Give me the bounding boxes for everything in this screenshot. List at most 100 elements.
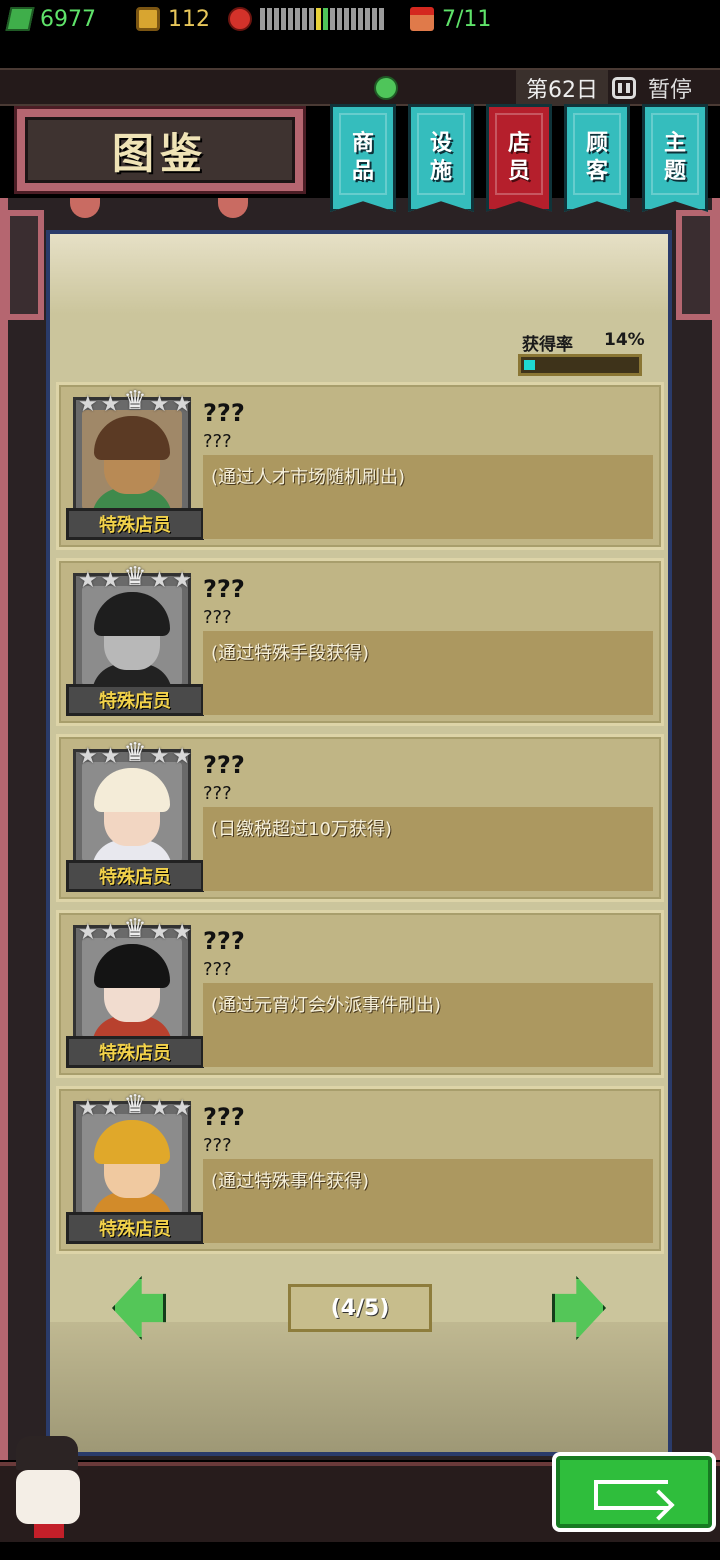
mood-segment [379,8,384,30]
tab-customers[interactable]: 顾 客 [564,104,630,212]
staff-card[interactable]: ★ ★ ♛ ★ ★ 特殊店员 ??? ??? (通过人才市场随机刷出) [56,382,664,550]
description-box: (通过特殊事件获得) [203,1159,653,1243]
star-icon: ★ [149,1096,170,1121]
staff-type-badge: 特殊店员 [66,508,204,540]
right-arrow-icon [552,1276,606,1340]
mood-segment [323,8,328,30]
next-page-button[interactable] [552,1276,606,1340]
tab-facilities[interactable]: 设 施 [408,104,474,212]
page-indicator: (4/5) [288,1284,432,1332]
staff-type-badge: 特殊店员 [66,1036,204,1068]
tab-label: 顾 [585,131,608,156]
tab-label: 设 [429,131,452,156]
star-icon: ★ [78,920,98,945]
staff-subtitle: ??? [203,607,232,628]
paper-texture-bottom [50,1322,668,1452]
tab-staff[interactable]: 店 员 [486,104,552,212]
staff-subtitle: ??? [203,1135,232,1156]
tab-goods[interactable]: 商 品 [330,104,396,212]
mood-segment [372,8,377,30]
acquisition-rate-value: 14% [604,330,645,350]
pause-label: 暂停 [648,78,693,103]
star-icon: ★ [172,392,192,417]
description-box: (通过元宵灯会外派事件刷出) [203,983,653,1067]
staff-description: (日缴税超过10万获得) [211,819,392,840]
money-display: 6977 [5,4,96,34]
star-rating: ★ ★ ♛ ★ ★ [78,1090,192,1121]
portrait-hair [94,768,170,812]
tab-label: 商 [351,131,374,156]
staff-name: ??? [203,575,245,603]
portrait-art [82,938,182,1038]
tab-themes[interactable]: 主 题 [642,104,708,212]
staff-portrait: ★ ★ ♛ ★ ★ 特殊店员 [66,914,204,1068]
tab-label: 员 [507,159,530,184]
mood-segment [358,8,363,30]
pause-button[interactable]: 暂停 [612,70,692,106]
portrait-art [82,762,182,862]
star-icon: ★ [100,568,121,593]
description-box: (通过人才市场随机刷出) [203,455,653,539]
tab-label: 品 [351,159,374,184]
staff-card[interactable]: ★ ★ ♛ ★ ★ 特殊店员 ??? ??? (通过特殊事件获得) [56,1086,664,1254]
star-rating: ★ ★ ♛ ★ ★ [78,386,192,417]
staff-subtitle: ??? [203,431,232,452]
mood-segment [274,8,279,30]
star-rating: ★ ★ ♛ ★ ★ [78,562,192,593]
mood-segment [267,8,272,30]
mood-segment [309,8,314,30]
acquisition-rate-label: 获得率 [522,335,573,355]
crown-star-icon: ♛ [123,1090,147,1120]
crown-star-icon: ♛ [123,914,147,944]
star-icon: ★ [149,920,170,945]
staff-card[interactable]: ★ ★ ♛ ★ ★ 特殊店员 ??? ??? (通过特殊手段获得) [56,558,664,726]
staff-card[interactable]: ★ ★ ♛ ★ ★ 特殊店员 ??? ??? (日缴税超过10万获得) [56,734,664,902]
star-icon: ★ [100,392,121,417]
frame-ornament-left [4,210,44,320]
mood-meter [228,4,384,34]
mood-segment [316,8,321,30]
staff-count: 7/11 [410,4,491,34]
coin-value: 112 [168,6,210,32]
staff-card[interactable]: ★ ★ ♛ ★ ★ 特殊店员 ??? ??? (通过元宵灯会外派事件刷出) [56,910,664,1078]
angry-face-icon [228,7,252,31]
page-title: 图鉴 [111,128,208,178]
mood-segment [330,8,335,30]
mood-segment [337,8,342,30]
previous-page-button[interactable] [112,1276,166,1340]
portrait-art [82,586,182,686]
crown-star-icon: ♛ [123,738,147,768]
star-rating: ★ ★ ♛ ★ ★ [78,738,192,769]
cash-icon [5,7,35,31]
staff-subtitle: ??? [203,959,232,980]
staff-description: (通过特殊手段获得) [211,643,370,664]
staff-name: ??? [203,751,245,779]
star-icon: ★ [78,744,98,769]
tab-label: 店 [507,131,530,156]
mood-segment [295,8,300,30]
tab-label: 施 [429,159,452,184]
portrait-hair [94,416,170,460]
star-icon: ★ [100,1096,121,1121]
acquisition-progress-bar [518,354,642,376]
happy-face-icon [374,76,398,100]
staff-portrait: ★ ★ ♛ ★ ★ 特殊店员 [66,386,204,540]
star-rating: ★ ★ ♛ ★ ★ [78,914,192,945]
return-button[interactable] [552,1452,716,1532]
mood-segment [260,8,265,30]
staff-description: (通过特殊事件获得) [211,1171,370,1192]
star-icon: ★ [100,920,121,945]
star-icon: ★ [78,392,98,417]
staff-portrait: ★ ★ ♛ ★ ★ 特殊店员 [66,1090,204,1244]
star-icon: ★ [100,744,121,769]
frame-ornament-right [676,210,716,320]
mood-bar [260,8,384,30]
staff-type-badge: 特殊店员 [66,684,204,716]
portrait-hair [94,592,170,636]
star-icon: ★ [172,568,192,593]
star-icon: ★ [172,920,192,945]
staff-type-badge: 特殊店员 [66,1212,204,1244]
mood-segment [351,8,356,30]
staff-subtitle: ??? [203,783,232,804]
staff-portrait: ★ ★ ♛ ★ ★ 特殊店员 [66,562,204,716]
